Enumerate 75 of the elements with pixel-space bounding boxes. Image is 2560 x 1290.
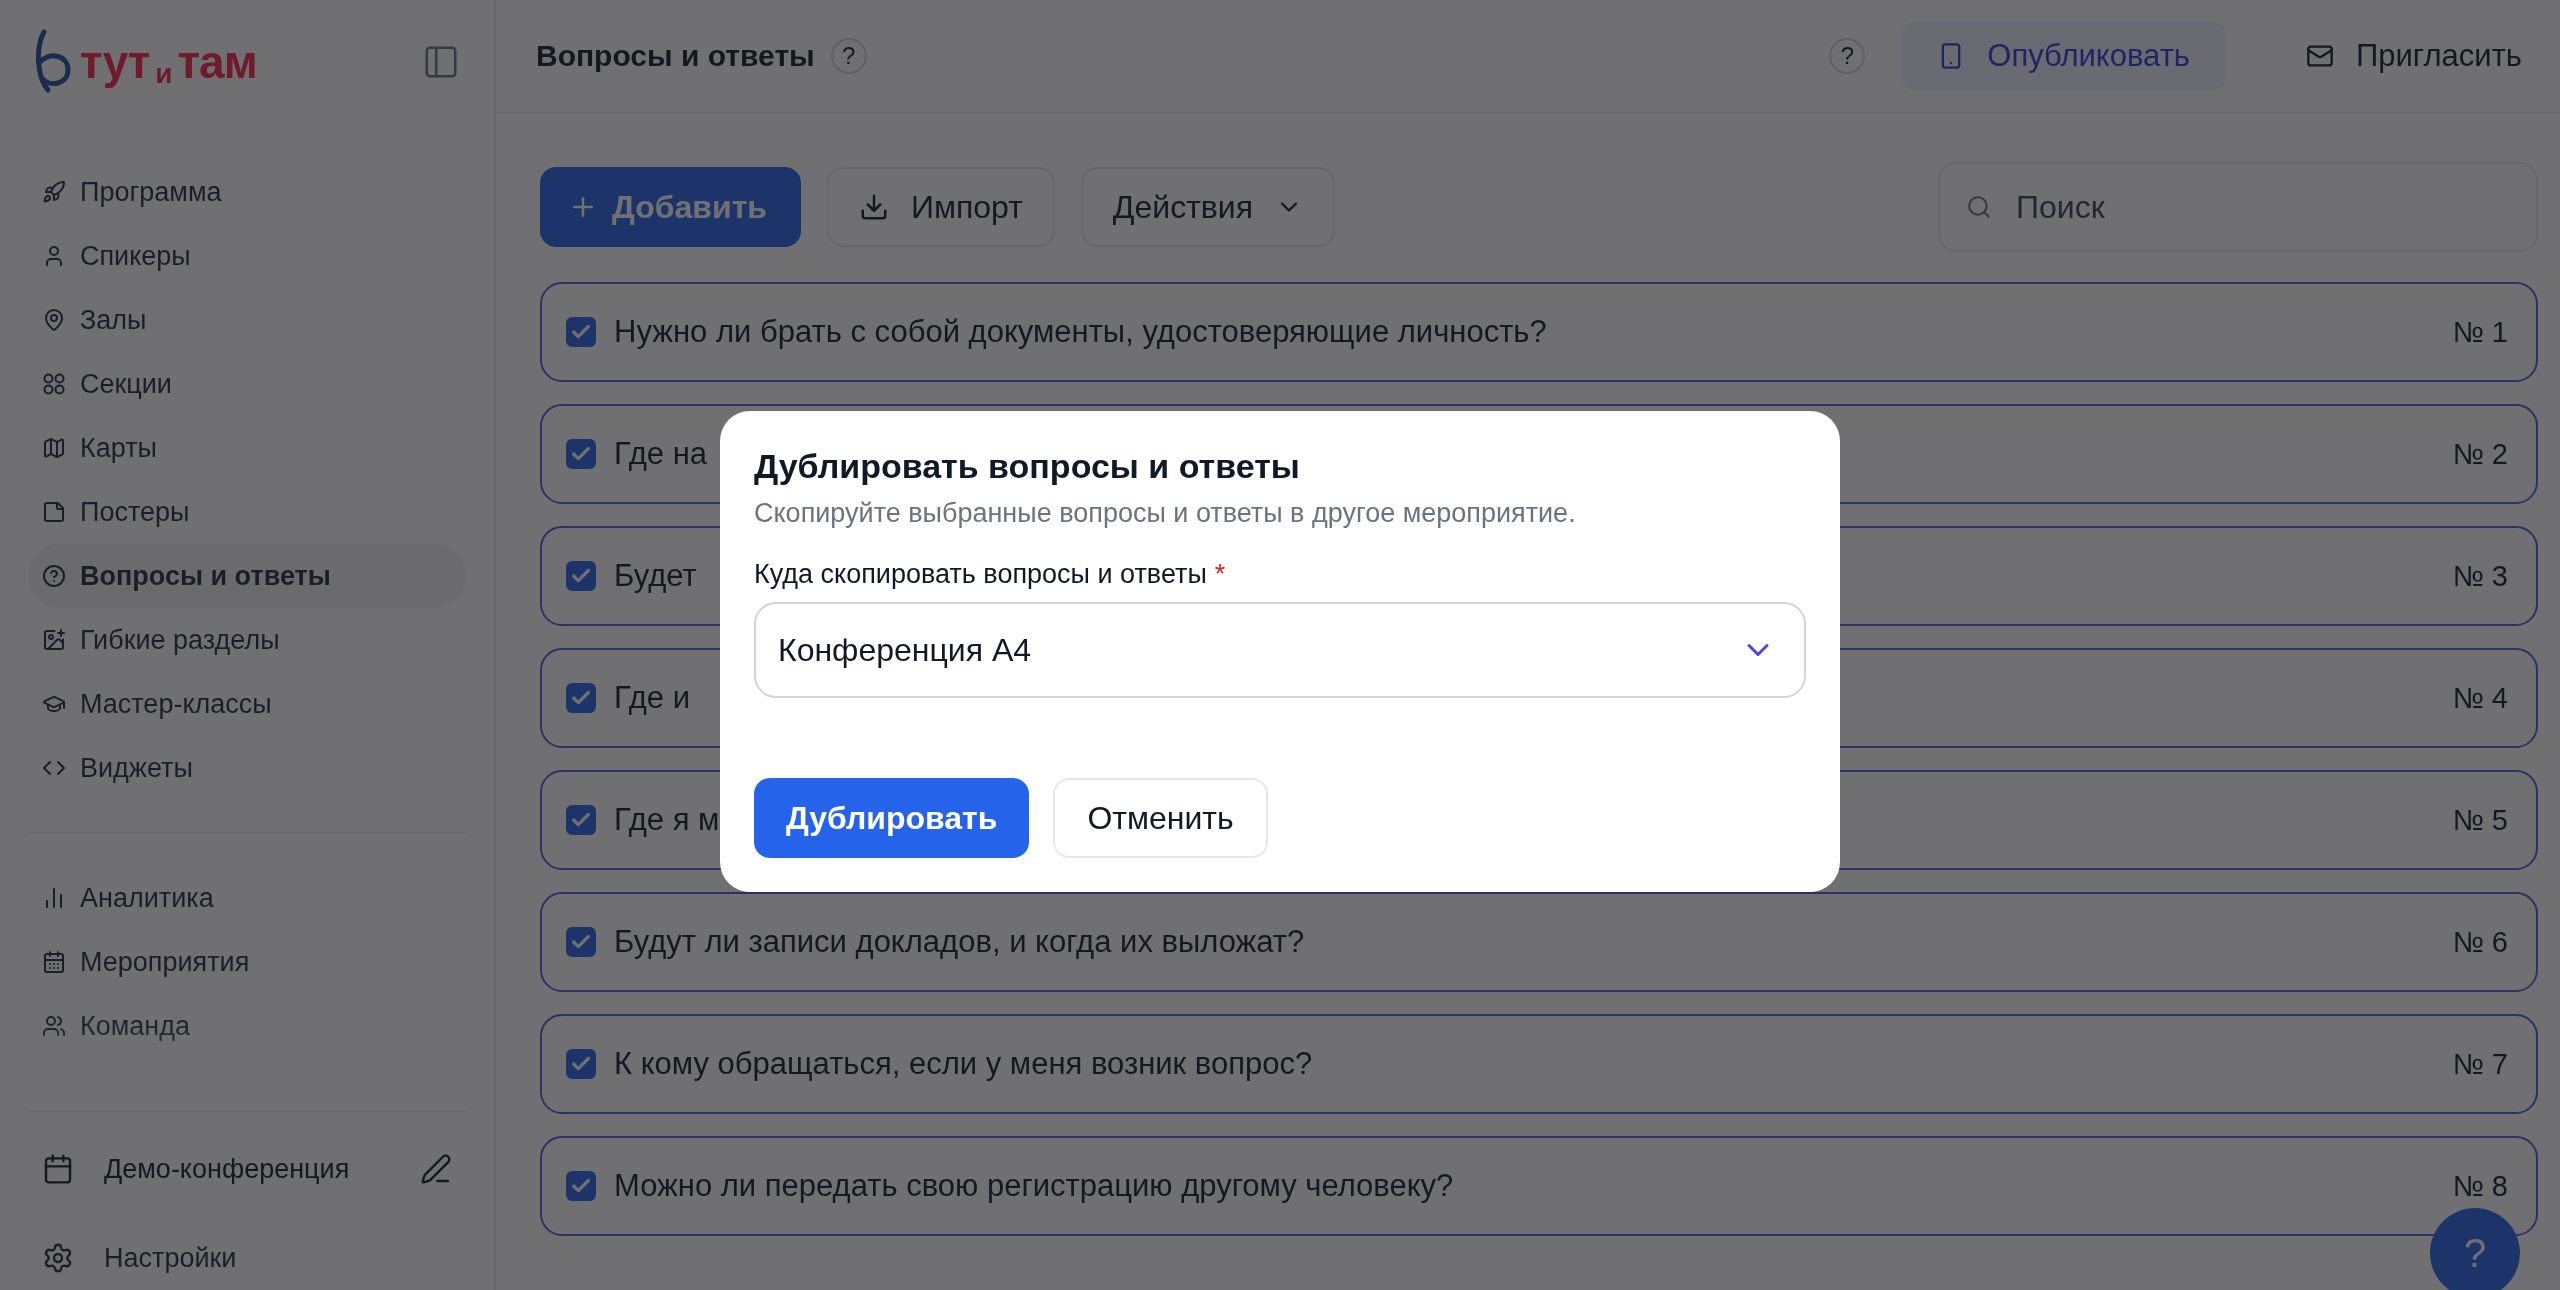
event-name: Демо-конференция	[104, 1153, 351, 1186]
question-text: Будут ли записи докладов, и когда их выложат?	[614, 924, 1305, 960]
checkbox[interactable]	[566, 1171, 596, 1201]
question-text: Нужно ли брать с собой документы, удостоверяющие личность?	[614, 314, 1547, 350]
question-text: Где я м	[614, 802, 720, 838]
note-icon	[42, 500, 66, 524]
event-select[interactable]: Конференция А4	[754, 602, 1806, 698]
people-icon	[42, 1014, 66, 1038]
search-icon	[1966, 194, 1992, 220]
sidebar-item[interactable]: Команда	[28, 994, 466, 1058]
settings-link[interactable]: Настройки	[42, 1242, 452, 1274]
sidebar-item[interactable]: Карты	[28, 416, 466, 480]
dialog-title: Дублировать вопросы и ответы	[754, 447, 1301, 486]
question-number: № 8	[2452, 1169, 2508, 1203]
map-pin-icon	[42, 308, 66, 332]
question-text: Где на	[614, 436, 707, 472]
field-label: Куда скопировать вопросы и ответы	[754, 559, 1207, 590]
question-row[interactable]: Можно ли передать свою регистрацию другому человеку? № 8	[540, 1136, 2538, 1236]
sidebar-item[interactable]: Спикеры	[28, 224, 466, 288]
checkbox[interactable]	[566, 805, 596, 835]
sidebar-item[interactable]: Гибкие разделы	[28, 608, 466, 672]
question-number: № 7	[2452, 1047, 2508, 1081]
checkbox[interactable]	[566, 1049, 596, 1079]
help-icon[interactable]: ?	[830, 38, 867, 74]
duplicate-button[interactable]: Дублировать	[754, 778, 1030, 858]
question-circle-icon	[42, 564, 66, 588]
question-row[interactable]: К кому обращаться, если у меня возник вопрос? № 7	[540, 1014, 2538, 1114]
rocket-icon	[42, 180, 66, 204]
sidebar-item[interactable]: Виджеты	[28, 736, 466, 800]
search-field[interactable]: Поиск	[1938, 162, 2538, 252]
four-circles-icon	[42, 372, 66, 396]
question-row[interactable]: Будут ли записи докладов, и когда их выложат? № 6	[540, 892, 2538, 992]
question-text: Можно ли передать свою регистрацию другому человеку?	[614, 1168, 1454, 1204]
add-button[interactable]: Добавить	[540, 167, 801, 247]
actions-dropdown[interactable]: Действия	[1080, 167, 1336, 247]
help-button[interactable]: ?	[2430, 1208, 2520, 1290]
required-mark: *	[1214, 559, 1226, 590]
sidebar-item[interactable]: Аналитика	[28, 866, 466, 930]
image-icon	[42, 628, 66, 652]
calendar-icon	[42, 950, 66, 974]
download-icon	[859, 192, 889, 222]
help-icon[interactable]: ?	[1829, 38, 1866, 74]
cancel-button[interactable]: Отменить	[1053, 778, 1268, 858]
calendar-icon	[42, 1153, 74, 1185]
question-number: № 5	[2452, 803, 2508, 837]
sidebar-item[interactable]: Постеры	[28, 480, 466, 544]
checkbox[interactable]	[566, 927, 596, 957]
dialog-description: Скопируйте выбранные вопросы и ответы в другое мероприятие.	[754, 498, 1577, 529]
sidebar-item[interactable]: Программа	[28, 160, 466, 224]
sidebar-item[interactable]: Мероприятия	[28, 930, 466, 994]
sidebar-item[interactable]: Секции	[28, 352, 466, 416]
question-number: № 1	[2452, 315, 2508, 349]
question-number: № 3	[2452, 559, 2508, 593]
question-number: № 2	[2452, 437, 2508, 471]
question-text: Где и	[614, 680, 690, 716]
checkbox[interactable]	[566, 439, 596, 469]
question-text: К кому обращаться, если у меня возник вопрос?	[614, 1046, 1313, 1082]
edit-icon[interactable]	[420, 1153, 452, 1185]
sidebar-item[interactable]: Мастер-классы	[28, 672, 466, 736]
sidebar-item[interactable]: Залы	[28, 288, 466, 352]
map-icon	[42, 436, 66, 460]
page-title: Вопросы и ответы	[536, 39, 815, 73]
publish-button[interactable]: Опубликовать	[1901, 21, 2227, 91]
checkbox[interactable]	[566, 683, 596, 713]
question-number: № 4	[2452, 681, 2508, 715]
sidebar-item[interactable]: Вопросы и ответы	[28, 544, 466, 608]
import-button[interactable]: Импорт	[827, 167, 1055, 247]
invite-button[interactable]: Пригласить	[2242, 21, 2522, 91]
sidebar-toggle-icon[interactable]	[422, 43, 460, 81]
checkbox[interactable]	[566, 317, 596, 347]
question-row[interactable]: Нужно ли брать с собой документы, удостоверяющие личность? № 1	[540, 282, 2538, 382]
question-text: Будет	[614, 558, 697, 594]
question-number: № 6	[2452, 925, 2508, 959]
settings-icon	[42, 1242, 74, 1274]
checkbox[interactable]	[566, 561, 596, 591]
